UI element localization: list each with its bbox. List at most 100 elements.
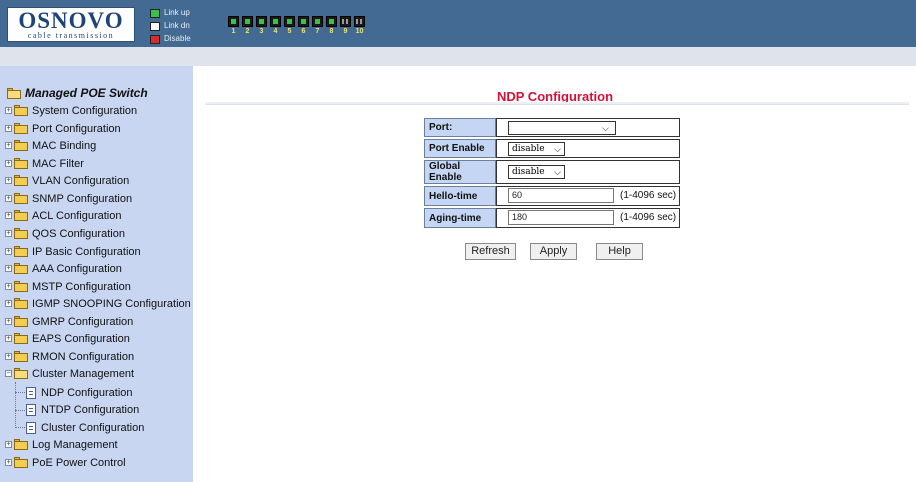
sidebar-item-mac-binding[interactable]: + MAC Binding (5, 137, 96, 154)
sidebar-item-eaps-configuration[interactable]: + EAPS Configuration (5, 330, 130, 347)
expand-plus-icon[interactable]: + (5, 212, 12, 219)
sidebar-root[interactable]: Managed POE Switch (7, 86, 148, 100)
sidebar-item-gmrp-configuration[interactable]: + GMRP Configuration (5, 313, 133, 330)
header-subbar (0, 47, 916, 66)
legend-link-up: Link up (150, 7, 191, 19)
osnovo-logo: OSNOVO cable transmission (7, 7, 135, 42)
folder-icon (14, 210, 28, 221)
aging-time-unit: (1-4096 sec) (620, 212, 677, 224)
folder-icon (14, 175, 28, 186)
folder-icon (14, 263, 28, 274)
folder-icon (14, 105, 28, 116)
port-4[interactable]: 4 (269, 16, 282, 36)
apply-button[interactable]: Apply (530, 243, 577, 260)
sidebar-item-system-configuration[interactable]: + System Configuration (5, 102, 137, 119)
sidebar-item-acl-configuration[interactable]: + ACL Configuration (5, 207, 121, 224)
sidebar-item-mac-filter[interactable]: + MAC Filter (5, 155, 84, 172)
port-3[interactable]: 3 (255, 16, 268, 36)
document-icon (26, 421, 36, 434)
document-icon (26, 386, 36, 399)
refresh-button[interactable]: Refresh (465, 243, 516, 260)
expand-plus-icon[interactable]: + (5, 248, 12, 255)
folder-icon (14, 123, 28, 134)
tree-connector (15, 382, 16, 428)
port-label: Port: (424, 118, 496, 137)
folder-icon (14, 158, 28, 169)
port-9[interactable]: 9 (339, 16, 352, 36)
port-select[interactable]: ⌵ (508, 120, 616, 135)
form-row-aging-time: Aging-time 180 (1-4096 sec) (424, 208, 680, 228)
port-enable-select[interactable]: disable ⌵ (508, 141, 565, 156)
sidebar-item-snmp-configuration[interactable]: + SNMP Configuration (5, 190, 132, 207)
aging-time-cell: 180 (1-4096 sec) (496, 208, 680, 228)
port-10[interactable]: 10 (353, 16, 366, 36)
ethernet-port-icon (326, 16, 337, 27)
global-enable-select[interactable]: disable ⌵ (508, 165, 565, 179)
chevron-down-icon: ⌵ (554, 167, 561, 177)
chevron-down-icon: ⌵ (554, 143, 561, 154)
form-row-port: Port: ⌵ (424, 118, 680, 137)
folder-icon (14, 246, 28, 257)
expand-plus-icon[interactable]: + (5, 107, 12, 114)
sidebar-item-aaa-configuration[interactable]: + AAA Configuration (5, 260, 122, 277)
expand-plus-icon[interactable]: + (5, 265, 12, 272)
port-6[interactable]: 6 (297, 16, 310, 36)
sidebar-item-port-configuration[interactable]: + Port Configuration (5, 120, 121, 137)
aging-time-input[interactable]: 180 (508, 210, 614, 226)
expand-plus-icon[interactable]: + (5, 335, 12, 342)
expand-plus-icon[interactable]: + (5, 177, 12, 184)
port-status-legend: Link up Link dn Disable (150, 7, 191, 46)
sidebar-item-cluster-management[interactable]: − Cluster Management (5, 365, 134, 382)
expand-plus-icon[interactable]: + (5, 125, 12, 132)
hello-time-unit: (1-4096 sec) (620, 190, 677, 202)
ethernet-port-icon (284, 16, 295, 27)
hello-time-input[interactable]: 60 (508, 188, 614, 204)
folder-icon (14, 351, 28, 362)
expand-plus-icon[interactable]: + (5, 459, 12, 466)
expand-plus-icon[interactable]: + (5, 195, 12, 202)
folder-icon (14, 140, 28, 151)
global-enable-label: Global Enable (424, 160, 496, 184)
expand-plus-icon[interactable]: + (5, 283, 12, 290)
folder-open-icon (14, 368, 28, 379)
expand-plus-icon[interactable]: + (5, 300, 12, 307)
folder-icon (14, 439, 28, 450)
port-panel: 1 2 3 4 5 6 7 8 9 10 (227, 16, 367, 36)
sidebar-item-ntdp-configuration[interactable]: NTDP Configuration (26, 401, 139, 418)
expand-plus-icon[interactable]: + (5, 441, 12, 448)
ndp-config-form: Port: ⌵ Port Enable disable ⌵ Global Ena… (424, 116, 680, 230)
port-5[interactable]: 5 (283, 16, 296, 36)
expand-plus-icon[interactable]: + (5, 230, 12, 237)
sidebar-item-ndp-configuration[interactable]: NDP Configuration (26, 384, 133, 401)
expand-plus-icon[interactable]: + (5, 353, 12, 360)
expand-plus-icon[interactable]: + (5, 142, 12, 149)
port-8[interactable]: 8 (325, 16, 338, 36)
sidebar-item-cluster-configuration[interactable]: Cluster Configuration (26, 419, 144, 436)
folder-icon (14, 333, 28, 344)
expand-plus-icon[interactable]: + (5, 160, 12, 167)
ethernet-port-icon (312, 16, 323, 27)
port-enable-label: Port Enable (424, 139, 496, 158)
port-1[interactable]: 1 (227, 16, 240, 36)
sidebar-item-vlan-configuration[interactable]: + VLAN Configuration (5, 172, 129, 189)
sidebar-item-rmon-configuration[interactable]: + RMON Configuration (5, 348, 134, 365)
sidebar-item-ip-basic-configuration[interactable]: + IP Basic Configuration (5, 243, 141, 260)
sidebar-item-mstp-configuration[interactable]: + MSTP Configuration (5, 278, 131, 295)
folder-open-icon (7, 87, 21, 99)
sidebar-item-log-management[interactable]: + Log Management (5, 436, 118, 453)
tree-connector (15, 392, 25, 393)
port-2[interactable]: 2 (241, 16, 254, 36)
help-button[interactable]: Help (596, 243, 643, 260)
form-row-port-enable: Port Enable disable ⌵ (424, 139, 680, 158)
sidebar-item-igmp-snooping-configuration[interactable]: + IGMP SNOOPING Configuration (5, 295, 191, 312)
link-down-icon (150, 21, 160, 31)
expand-plus-icon[interactable]: + (5, 318, 12, 325)
document-icon (26, 403, 36, 416)
header-bar: OSNOVO cable transmission Link up Link d… (0, 0, 916, 47)
collapse-minus-icon[interactable]: − (5, 370, 12, 377)
port-7[interactable]: 7 (311, 16, 324, 36)
sidebar-item-poe-power-control[interactable]: + PoE Power Control (5, 454, 126, 471)
sidebar-item-qos-configuration[interactable]: + QOS Configuration (5, 225, 125, 242)
logo-tagline: cable transmission (27, 31, 115, 40)
global-enable-cell: disable ⌵ (496, 160, 680, 184)
